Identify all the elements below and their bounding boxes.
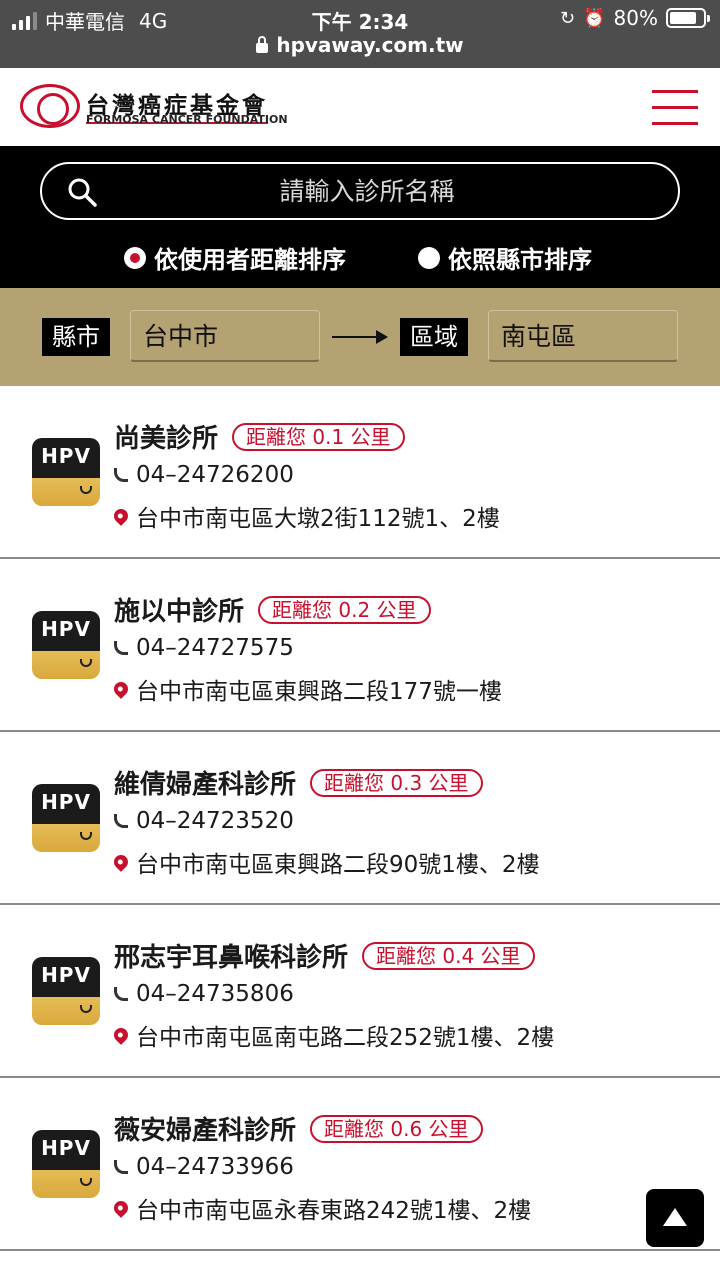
city-label: 縣市	[42, 318, 110, 356]
sort-by-city[interactable]: 依照縣市排序	[418, 240, 592, 275]
phone-icon	[114, 987, 128, 1001]
clinic-name[interactable]: 薇安婦產科診所	[114, 1110, 296, 1147]
hpv-badge-icon: HPV	[32, 611, 100, 679]
clinic-address[interactable]: 台中市南屯區東興路二段177號一樓	[136, 672, 502, 706]
hpv-badge-icon: HPV	[32, 784, 100, 852]
battery-percent: 80%	[613, 6, 658, 30]
phone-icon	[114, 814, 128, 828]
foundation-logo-icon[interactable]	[20, 84, 80, 128]
radio-selected-icon[interactable]	[124, 246, 146, 269]
status-bar: 中華電信 4G 下午 2:34 ↻ ⏰ 80% hpvaway.com.tw	[0, 0, 720, 68]
search-section: 依使用者距離排序 依照縣市排序	[0, 146, 720, 288]
sort-by-distance-label: 依使用者距離排序	[154, 246, 346, 274]
rotation-lock-icon: ↻	[560, 7, 576, 29]
hpv-badge-text: HPV	[41, 790, 91, 814]
clinic-address[interactable]: 台中市南屯區永春東路242號1樓、2樓	[136, 1191, 531, 1225]
hpv-badge-icon: HPV	[32, 438, 100, 506]
location-pin-icon	[111, 1025, 131, 1045]
hamburger-menu-icon[interactable]	[652, 88, 698, 128]
clinic-name[interactable]: 邢志宇耳鼻喉科診所	[114, 937, 348, 974]
phone-icon	[114, 468, 128, 482]
clinic-search-input[interactable]	[122, 164, 612, 218]
location-pin-icon	[111, 852, 131, 872]
clinic-phone[interactable]: 04–24735806	[136, 981, 294, 1007]
city-select[interactable]: 台中市	[130, 310, 320, 362]
radio-unselected-icon[interactable]	[418, 246, 440, 269]
logo-name-en[interactable]: FORMOSA CANCER FOUNDATION	[86, 113, 288, 126]
area-select[interactable]: 南屯區	[488, 310, 678, 362]
sort-by-distance[interactable]: 依使用者距離排序	[124, 240, 346, 275]
hpv-badge-text: HPV	[41, 444, 91, 468]
sort-options: 依使用者距離排序 依照縣市排序	[0, 240, 720, 276]
clinic-address[interactable]: 台中市南屯區東興路二段90號1樓、2樓	[136, 845, 540, 879]
location-filter: 縣市 台中市 區域 南屯區	[0, 288, 720, 386]
area-label: 區域	[400, 318, 468, 356]
clinic-name[interactable]: 尚美診所	[114, 418, 218, 455]
battery-icon	[666, 8, 710, 28]
lock-icon	[256, 36, 269, 53]
clinic-list-item[interactable]: HPV 施以中診所 距離您 0.2 公里 04–24727575 台中市南屯區東…	[0, 559, 720, 732]
scroll-to-top-button[interactable]	[646, 1189, 704, 1247]
distance-badge: 距離您 0.2 公里	[258, 595, 431, 624]
alarm-icon: ⏰	[583, 7, 606, 29]
site-header: 台灣癌症基金會 FORMOSA CANCER FOUNDATION	[0, 68, 720, 146]
search-box[interactable]	[40, 162, 680, 220]
clinic-list-item[interactable]: HPV 薇安婦產科診所 距離您 0.6 公里 04–24733966 台中市南屯…	[0, 1078, 720, 1251]
url-text: hpvaway.com.tw	[276, 33, 464, 57]
distance-badge: 距離您 0.3 公里	[310, 768, 483, 797]
clinic-phone[interactable]: 04–24723520	[136, 808, 294, 834]
hpv-badge-icon: HPV	[32, 957, 100, 1025]
clinic-phone[interactable]: 04–24726200	[136, 462, 294, 488]
hpv-badge-text: HPV	[41, 963, 91, 987]
clinic-phone[interactable]: 04–24727575	[136, 635, 294, 661]
clinic-name[interactable]: 維倩婦產科診所	[114, 764, 296, 801]
clinic-name[interactable]: 施以中診所	[114, 591, 244, 628]
phone-icon	[114, 1160, 128, 1174]
location-pin-icon	[111, 1198, 131, 1218]
phone-icon	[114, 641, 128, 655]
arrow-right-icon	[332, 330, 388, 344]
hpv-badge-text: HPV	[41, 617, 91, 641]
clinic-list-item[interactable]: HPV 尚美診所 距離您 0.1 公里 04–24726200 台中市南屯區大墩…	[0, 386, 720, 559]
address-bar[interactable]: hpvaway.com.tw	[0, 33, 720, 57]
clinic-address[interactable]: 台中市南屯區大墩2街112號1、2樓	[136, 499, 500, 533]
clinic-phone[interactable]: 04–24733966	[136, 1154, 294, 1180]
distance-badge: 距離您 0.1 公里	[232, 422, 405, 451]
sort-by-city-label: 依照縣市排序	[448, 246, 592, 274]
distance-badge: 距離您 0.6 公里	[310, 1114, 483, 1143]
clinic-address[interactable]: 台中市南屯區南屯路二段252號1樓、2樓	[136, 1018, 554, 1052]
location-pin-icon	[111, 506, 131, 526]
location-pin-icon	[111, 679, 131, 699]
clinic-list-item[interactable]: HPV 邢志宇耳鼻喉科診所 距離您 0.4 公里 04–24735806 台中市…	[0, 905, 720, 1078]
distance-badge: 距離您 0.4 公里	[362, 941, 535, 970]
clinic-list-item[interactable]: HPV 維倩婦產科診所 距離您 0.3 公里 04–24723520 台中市南屯…	[0, 732, 720, 905]
hpv-badge-icon: HPV	[32, 1130, 100, 1198]
search-icon[interactable]	[66, 176, 98, 208]
hpv-badge-text: HPV	[41, 1136, 91, 1160]
clinic-list: HPV 尚美診所 距離您 0.1 公里 04–24726200 台中市南屯區大墩…	[0, 386, 720, 1251]
